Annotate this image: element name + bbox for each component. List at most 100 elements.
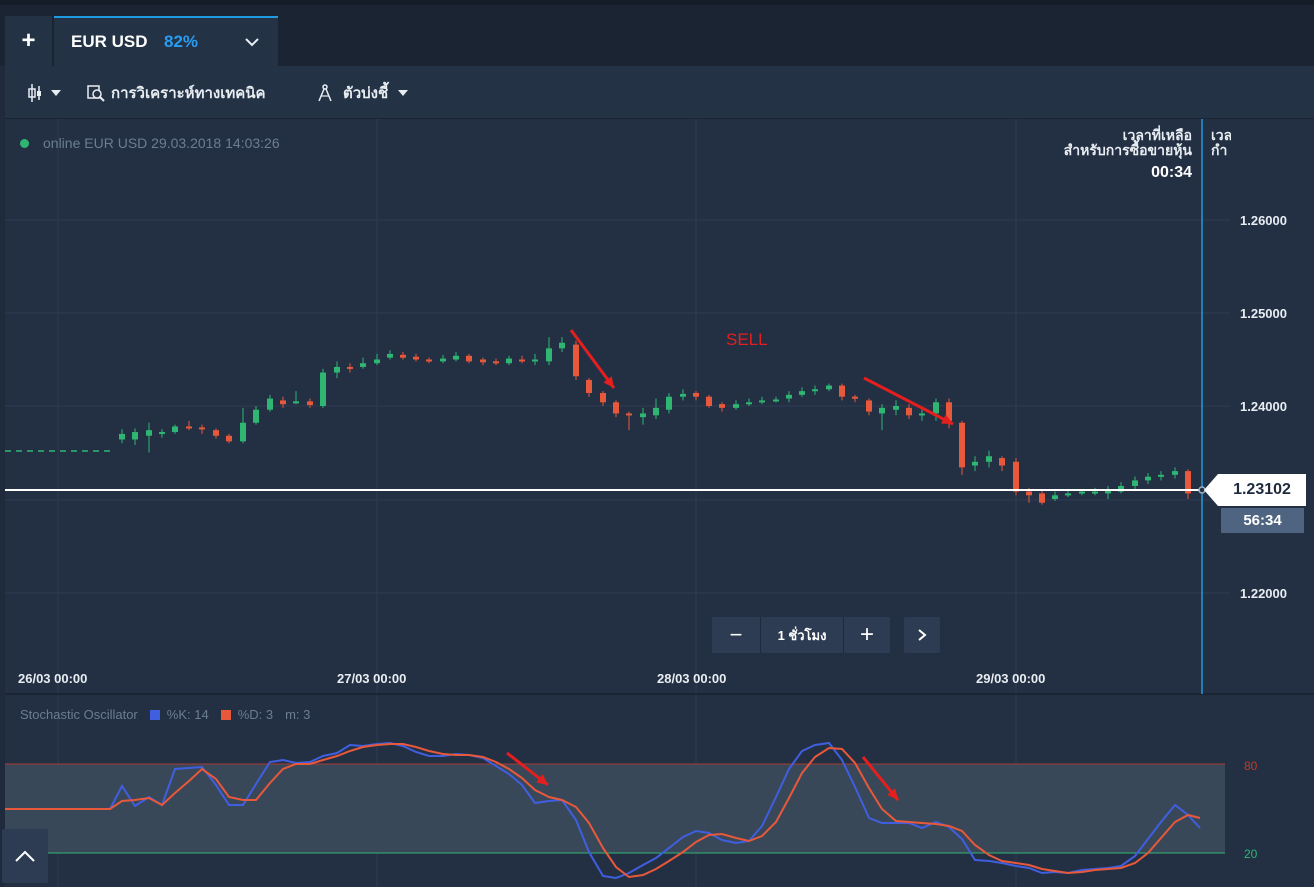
- candle-body: [253, 409, 259, 423]
- zoom-out-button[interactable]: −: [712, 617, 760, 653]
- timeframe-label[interactable]: 1 ชั่วโมง: [761, 617, 843, 653]
- candle-body: [933, 402, 939, 414]
- candle-body: [1039, 493, 1045, 503]
- candle-body: [347, 366, 353, 369]
- candle-body: [999, 458, 1005, 466]
- candle-body: [680, 393, 686, 397]
- candle-body: [719, 404, 725, 408]
- candle-body: [440, 358, 446, 362]
- candle-body: [172, 426, 178, 433]
- candle-body: [586, 379, 592, 393]
- candle-body: [1132, 480, 1138, 486]
- candle-body: [613, 402, 619, 414]
- candle-body: [400, 354, 406, 358]
- timer-title-line1: เวลาที่เหลือ: [1122, 127, 1192, 143]
- candle-body: [879, 407, 885, 414]
- candle-body: [919, 413, 925, 416]
- candle-body: [480, 359, 486, 363]
- scroll-up-button[interactable]: [2, 829, 48, 883]
- next-timer-line1: เวล: [1211, 128, 1231, 143]
- candle-body: [334, 366, 340, 373]
- candle-body: [693, 392, 699, 397]
- candle-body: [240, 422, 246, 442]
- candle-body: [746, 402, 752, 405]
- k-swatch: [149, 709, 160, 720]
- candle-body: [426, 359, 432, 362]
- price-tick: 1.22000: [1240, 586, 1287, 601]
- zoom-in-button[interactable]: +: [844, 617, 890, 653]
- candle-body: [640, 413, 646, 418]
- candle-body: [132, 432, 138, 440]
- candle-body: [759, 400, 765, 403]
- candle-body: [199, 427, 205, 430]
- candle-body: [600, 392, 606, 403]
- candle-body: [1052, 495, 1058, 499]
- candle-body: [546, 348, 552, 362]
- candle-body: [1158, 474, 1164, 477]
- oscillator-band: [5, 764, 1225, 853]
- oscillator-upper-level: 80: [1244, 759, 1258, 773]
- candle-body: [986, 456, 992, 462]
- k-label: %K: 14: [166, 707, 209, 722]
- candle-body: [733, 404, 739, 408]
- candle-body: [519, 359, 525, 362]
- price-tick: 1.25000: [1240, 306, 1287, 321]
- timer-title-line2: สำหรับการซื้อขายหุ้น: [1063, 142, 1192, 158]
- candle-body: [626, 413, 632, 416]
- candle-body: [1013, 461, 1019, 492]
- candle-body: [773, 399, 779, 402]
- candle-body: [812, 389, 818, 392]
- candle-body: [906, 407, 912, 416]
- timeframe-control: − 1 ชั่วโมง +: [712, 617, 890, 653]
- candle-body: [159, 432, 165, 435]
- candle-body: [839, 385, 845, 397]
- candle-body: [413, 356, 419, 360]
- candle-body: [1092, 491, 1098, 494]
- oscillator-lower-level: 20: [1244, 847, 1258, 861]
- candle-countdown-badge: 56:34: [1221, 508, 1304, 533]
- candle-body: [320, 372, 326, 406]
- sell-annotation: SELL: [726, 330, 768, 349]
- scroll-forward-button[interactable]: [904, 617, 940, 653]
- candle-body: [506, 358, 512, 364]
- candle-body: [826, 385, 832, 390]
- candle-body: [573, 344, 579, 377]
- candle-body: [267, 398, 273, 410]
- candle-body: [786, 394, 792, 399]
- candle-body: [307, 401, 313, 406]
- candle-body: [466, 355, 472, 362]
- candle-body: [1145, 476, 1151, 481]
- candle-body: [360, 363, 366, 367]
- oscillator-name: Stochastic Oscillator: [20, 707, 138, 722]
- candle-body: [852, 396, 858, 399]
- chevron-up-icon: [15, 850, 35, 862]
- candle-body: [280, 400, 286, 405]
- next-timer-title: เวล กำ: [1211, 128, 1231, 158]
- d-label: %D: 3: [237, 707, 274, 722]
- candle-body: [666, 396, 672, 410]
- chevron-right-icon: [918, 629, 927, 641]
- date-tick: 28/03 00:00: [657, 671, 727, 686]
- status-text: online EUR USD 29.03.2018 14:03:26: [43, 135, 280, 151]
- candle-body: [893, 406, 899, 410]
- candle-body: [119, 433, 125, 440]
- price-tick: 1.26000: [1240, 213, 1287, 228]
- candle-body: [387, 353, 393, 358]
- date-tick: 29/03 00:00: [976, 671, 1046, 686]
- candle-body: [532, 359, 538, 362]
- candle-body: [493, 361, 499, 364]
- candle-body: [866, 400, 872, 412]
- candle-body: [226, 435, 232, 442]
- m-label: m: 3: [285, 707, 311, 722]
- candle-body: [959, 422, 965, 468]
- candle-body: [1026, 491, 1032, 496]
- time-remaining-value: 00:34: [1151, 164, 1192, 181]
- d-swatch: [220, 709, 231, 720]
- candle-body: [706, 396, 712, 406]
- online-dot-icon: [20, 138, 29, 148]
- price-tick: 1.24000: [1240, 399, 1287, 414]
- candle-body: [293, 401, 299, 404]
- date-tick: 27/03 00:00: [337, 671, 407, 686]
- candle-body: [1065, 493, 1071, 496]
- connection-status: online EUR USD 29.03.2018 14:03:26: [20, 135, 280, 151]
